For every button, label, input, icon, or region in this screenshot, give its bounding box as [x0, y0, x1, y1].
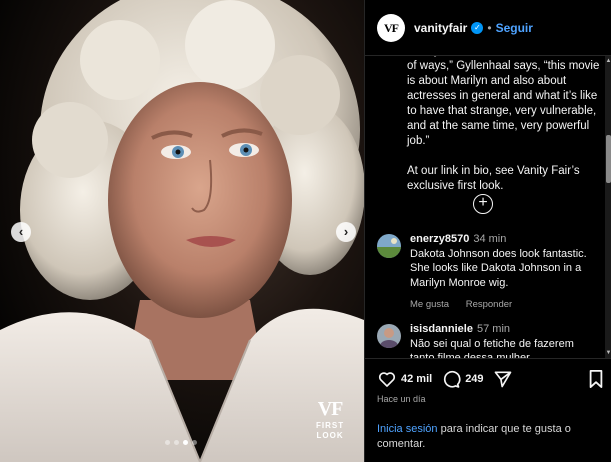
carousel-next-button[interactable]: ›	[336, 222, 356, 242]
share-icon[interactable]	[493, 369, 513, 389]
reply-comment-button[interactable]: Responder	[466, 299, 512, 310]
carousel-prev-button[interactable]: ‹	[11, 222, 31, 242]
carousel-dot	[174, 440, 179, 445]
comment-text: Não sei qual o fetiche de fazerem tanto …	[410, 337, 574, 359]
comment-count: 249	[465, 373, 484, 385]
comment-icon[interactable]	[441, 369, 461, 389]
login-link[interactable]: Inicia sesión	[377, 423, 438, 435]
separator-dot: •	[487, 20, 492, 35]
post-side-panel: VF vanityfair ✓ • Seguir Burstyn and Dak…	[364, 0, 611, 462]
verified-badge-icon: ✓	[471, 21, 484, 34]
comment-username[interactable]: enerzy8570	[410, 233, 469, 245]
carousel-dot	[192, 440, 197, 445]
carousel-dot	[183, 440, 188, 445]
post-caption: Burstyn and Dakota Johnson. “In a lot of…	[407, 56, 607, 209]
comment-username[interactable]: isisdanniele	[410, 323, 473, 335]
scrollbar[interactable]	[605, 56, 611, 358]
watermark-line-2: LOOK	[316, 431, 344, 440]
plus-circle-icon: +	[478, 194, 488, 211]
heart-icon[interactable]	[377, 369, 397, 389]
caption-paragraph: At our link in bio, see Vanity Fair’s ex…	[407, 165, 580, 192]
post-header: VF vanityfair ✓ • Seguir	[365, 0, 611, 56]
caption-paragraph: Burstyn and Dakota Johnson. “In a lot of…	[407, 56, 600, 147]
post-username[interactable]: vanityfair	[414, 21, 467, 35]
avatar[interactable]: VF	[377, 13, 405, 42]
scroll-up-arrow-icon[interactable]: ▲	[605, 57, 611, 65]
load-more-comments-button[interactable]: +	[473, 194, 493, 214]
comment-text: Dakota Johnson does look fantastic. She …	[410, 247, 587, 289]
watermark-line-1: FIRST	[316, 421, 345, 430]
scroll-down-arrow-icon[interactable]: ▼	[605, 349, 611, 357]
avatar[interactable]	[377, 324, 401, 348]
bookmark-icon[interactable]	[587, 369, 605, 389]
vf-logo: VF	[317, 398, 344, 420]
post-timestamp: Hace un día	[377, 394, 426, 404]
login-prompt: Inicia sesión para indicar que te gusta …	[377, 422, 602, 452]
comment-time: 57 min	[476, 323, 511, 335]
like-comment-button[interactable]: Me gusta	[410, 299, 449, 310]
vf-first-look-watermark: VF FIRST LOOK	[316, 398, 344, 441]
scrollbar-thumb[interactable]	[606, 135, 611, 183]
post-media[interactable]: ‹ › VF FIRST LOOK	[0, 0, 364, 462]
post-actions-bar: 42 mil 249 Hace un día Inicia sesión par…	[365, 358, 611, 462]
chevron-left-icon: ‹	[18, 224, 24, 239]
comments-scroll-area[interactable]: Burstyn and Dakota Johnson. “In a lot of…	[365, 56, 611, 358]
like-count: 42 mil	[401, 373, 433, 385]
carousel-dot	[165, 440, 170, 445]
follow-button[interactable]: Seguir	[496, 21, 533, 35]
portrait-photo	[0, 0, 364, 462]
chevron-right-icon: ›	[343, 224, 349, 239]
post-dialog: ‹ › VF FIRST LOOK VF vanityfair ✓ • Segu…	[0, 0, 611, 462]
avatar[interactable]	[377, 234, 401, 258]
carousel-indicator	[165, 440, 197, 445]
comment-time: 34 min	[473, 233, 507, 245]
